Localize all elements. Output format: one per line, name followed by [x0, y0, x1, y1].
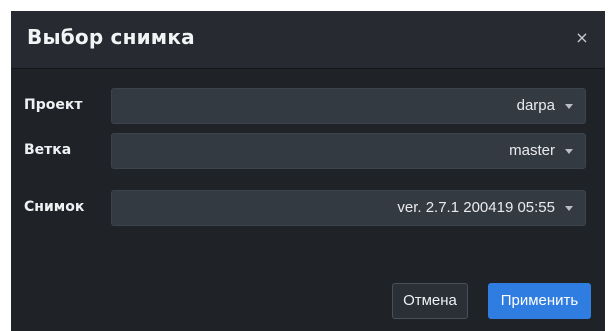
snapshot-select-value: ver. 2.7.1 200419 05:55 — [397, 199, 555, 216]
snapshot-label: Снимок — [24, 199, 85, 215]
dialog-title: Выбор снимка — [27, 25, 195, 49]
branch-select-value: master — [509, 142, 555, 159]
field-row-project: Проект darpa — [11, 88, 605, 124]
cancel-button[interactable]: Отмена — [392, 283, 468, 319]
snapshot-select-dialog: Выбор снимка × Проект darpa Ветка master… — [11, 11, 605, 331]
close-icon[interactable]: × — [573, 29, 591, 47]
branch-select[interactable]: master — [111, 133, 586, 169]
project-select[interactable]: darpa — [111, 88, 586, 124]
chevron-down-icon — [565, 206, 573, 211]
branch-label: Ветка — [24, 142, 72, 158]
project-label: Проект — [24, 97, 83, 113]
field-row-branch: Ветка master — [11, 133, 605, 169]
apply-button[interactable]: Применить — [488, 283, 591, 319]
field-row-snapshot: Снимок ver. 2.7.1 200419 05:55 — [11, 190, 605, 226]
dialog-header: Выбор снимка × — [11, 11, 605, 69]
snapshot-select[interactable]: ver. 2.7.1 200419 05:55 — [111, 190, 586, 226]
chevron-down-icon — [565, 104, 573, 109]
chevron-down-icon — [565, 149, 573, 154]
project-select-value: darpa — [516, 97, 555, 114]
